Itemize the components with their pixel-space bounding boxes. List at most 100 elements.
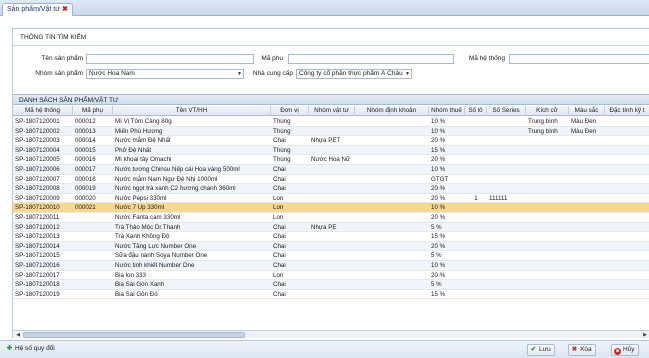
- column-header[interactable]: Kích cỡ: [526, 106, 569, 116]
- scroll-right-icon[interactable]: ▶: [642, 332, 648, 338]
- table-cell: [73, 223, 113, 232]
- table-cell: Lon: [273, 271, 284, 279]
- table-row[interactable]: SP-1807120010 000021 Nước 7 Up 330ml Lon 10 …: [13, 203, 649, 213]
- table-cell: SP-1807120006: [15, 166, 60, 173]
- table-cell: [73, 290, 113, 299]
- table-cell: [605, 271, 649, 280]
- table-cell: [73, 280, 113, 289]
- table-cell: Phở Đệ Nhất: [115, 146, 152, 154]
- table-row[interactable]: SP-1807120006 000017 Nước tương Chinsu Nếp…: [13, 165, 649, 175]
- table-cell: Chai: [273, 281, 286, 289]
- column-header[interactable]: Đặc tính kỹ t: [605, 106, 649, 116]
- table-row[interactable]: SP-1807120017 Bia lon 333 Lon 20 %: [13, 271, 649, 281]
- column-header[interactable]: Mã phụ: [73, 106, 113, 116]
- chevron-down-icon[interactable]: ▼: [405, 70, 410, 78]
- table-cell: 20 %: [431, 271, 446, 279]
- table-cell: Thùng: [273, 146, 291, 154]
- table-row[interactable]: SP-1807120009 000020 Nước Pepsi 330ml Lon 20…: [13, 194, 649, 204]
- product-group-value: Nước Hoa Nam: [89, 70, 135, 77]
- table-cell: [569, 232, 605, 241]
- table-cell: Lon: [273, 214, 284, 221]
- table-cell: [526, 290, 569, 299]
- column-header[interactable]: Nhóm vật tư: [309, 106, 355, 116]
- sub-code-input[interactable]: [288, 54, 454, 64]
- table-cell: [526, 146, 569, 155]
- table-cell: Mì khoai tây Omachi: [115, 156, 172, 164]
- product-name-input[interactable]: [86, 54, 254, 64]
- table-row[interactable]: SP-1807120005 000016 Mì khoai tây Omachi Th…: [13, 155, 649, 165]
- table-cell: 10 %: [431, 166, 446, 173]
- table-cell: [465, 175, 487, 184]
- table-cell: Chai: [273, 262, 286, 269]
- table-cell: Lon: [273, 204, 284, 212]
- delete-icon: ✖: [571, 346, 578, 353]
- table-row[interactable]: SP-1807120008 000019 Nước ngọt trà xanh C2…: [13, 184, 649, 194]
- table-row[interactable]: SP-1807120007 000018 Nước mắm Nam Ngư Đệ N…: [13, 175, 649, 185]
- column-header[interactable]: Mã hệ thống: [13, 106, 73, 116]
- table-cell: [487, 146, 526, 155]
- table-cell: [569, 242, 605, 251]
- table-row[interactable]: SP-1807120001 000012 Mì Vị Tôm Càng 80g Thù…: [13, 117, 649, 127]
- table-cell: [465, 146, 487, 155]
- table-cell: [355, 242, 429, 251]
- column-header[interactable]: Số Series: [487, 106, 526, 116]
- table-cell: SP-1807120012: [15, 223, 60, 231]
- sub-code-label: Mã phụ: [261, 55, 283, 62]
- table-cell: [605, 213, 649, 222]
- system-code-input[interactable]: [509, 54, 649, 64]
- table-row[interactable]: SP-1807120003 000014 Nước mắm Đệ Nhất Chai N…: [13, 136, 649, 146]
- table-cell: Nước Fanta cam 330ml: [115, 214, 181, 221]
- table-cell: [526, 194, 569, 203]
- stop-icon: ■: [614, 348, 621, 355]
- table-cell: Thùng: [273, 118, 291, 125]
- column-header[interactable]: Số lô: [465, 106, 487, 116]
- delete-button[interactable]: ✖ Xóa: [568, 344, 596, 356]
- table-cell: [526, 165, 569, 174]
- save-label: Lưu: [539, 346, 551, 353]
- column-header[interactable]: Nhóm định khoản: [355, 106, 429, 116]
- save-button[interactable]: ✔ Lưu: [527, 344, 555, 356]
- table-row[interactable]: SP-1807120019 Bia Sài Gòn Đỏ Chai 15 %: [13, 290, 649, 300]
- grid-section-header: DANH SÁCH SẢN PHẨM/VẬT TƯ: [13, 94, 649, 105]
- supplier-select[interactable]: Công ty cổ phần thực phẩm Á Châu ▼: [296, 69, 412, 79]
- table-cell: [605, 165, 649, 174]
- close-icon[interactable]: ✖: [62, 6, 68, 13]
- chevron-down-icon[interactable]: ▼: [237, 70, 242, 78]
- table-row[interactable]: SP-1807120015 Sữa đậu nành Soya Number On…: [13, 251, 649, 261]
- scroll-left-icon[interactable]: ◀: [15, 332, 21, 338]
- table-row[interactable]: SP-1807120016 Nước tinh khiết Number One C…: [13, 261, 649, 271]
- table-cell: [487, 117, 526, 126]
- column-header[interactable]: Màu sắc: [569, 106, 605, 116]
- column-header[interactable]: Đơn vị: [271, 106, 309, 116]
- table-row[interactable]: SP-1807120004 000015 Phở Đệ Nhất Thùng 15 %: [13, 145, 649, 156]
- column-header[interactable]: Nhóm thuế: [429, 106, 465, 116]
- column-header[interactable]: Tên VT/HH: [113, 106, 271, 116]
- horizontal-scrollbar[interactable]: ◀ ▶: [13, 330, 649, 338]
- table-cell: Nước mắm Đệ Nhất: [115, 137, 171, 145]
- cancel-label: Hủy: [623, 346, 635, 353]
- table-cell: 20 %: [431, 242, 446, 250]
- table-cell: [309, 146, 355, 155]
- table-cell: SP-1807120018: [15, 281, 60, 289]
- tab-san-pham-vat-tu[interactable]: Sản phẩm/Vật tư ✖: [2, 3, 73, 16]
- table-cell: 000013: [75, 127, 96, 135]
- conversion-factor-button[interactable]: ✚ Hệ số quy đổi: [4, 344, 58, 356]
- table-cell: 20 %: [431, 194, 446, 202]
- table-cell: 000018: [75, 175, 96, 183]
- table-cell: [526, 175, 569, 184]
- table-row[interactable]: SP-1807120018 Bia Sài Gòn Xanh Chai 5 %: [13, 280, 649, 290]
- table-cell: [605, 146, 649, 155]
- table-cell: SP-1807120009: [15, 194, 60, 202]
- table-row[interactable]: SP-1807120012 Trà Thảo Mộc Dr.Thanh Chai Nh…: [13, 222, 649, 233]
- table-cell: Trà Thảo Mộc Dr.Thanh: [115, 223, 181, 231]
- table-row[interactable]: SP-1807120002 000013 Miến Phú Hương Thùng 10…: [13, 126, 649, 137]
- table-cell: 15 %: [431, 233, 446, 241]
- table-row[interactable]: SP-1807120011 Nước Fanta cam 330ml Lon 20 %: [13, 213, 649, 223]
- table-row[interactable]: SP-1807120014 Nước Tăng Lực Number One Cha…: [13, 241, 649, 252]
- product-group-select[interactable]: Nước Hoa Nam ▼: [86, 69, 244, 79]
- table-cell: Chai: [273, 252, 286, 260]
- cancel-button[interactable]: ■ Hủy: [611, 344, 639, 356]
- scrollbar-thumb[interactable]: [23, 332, 245, 338]
- table-row[interactable]: SP-1807120013 Trà Xanh Không Độ Chai 15 %: [13, 232, 649, 242]
- table-cell: [465, 290, 487, 299]
